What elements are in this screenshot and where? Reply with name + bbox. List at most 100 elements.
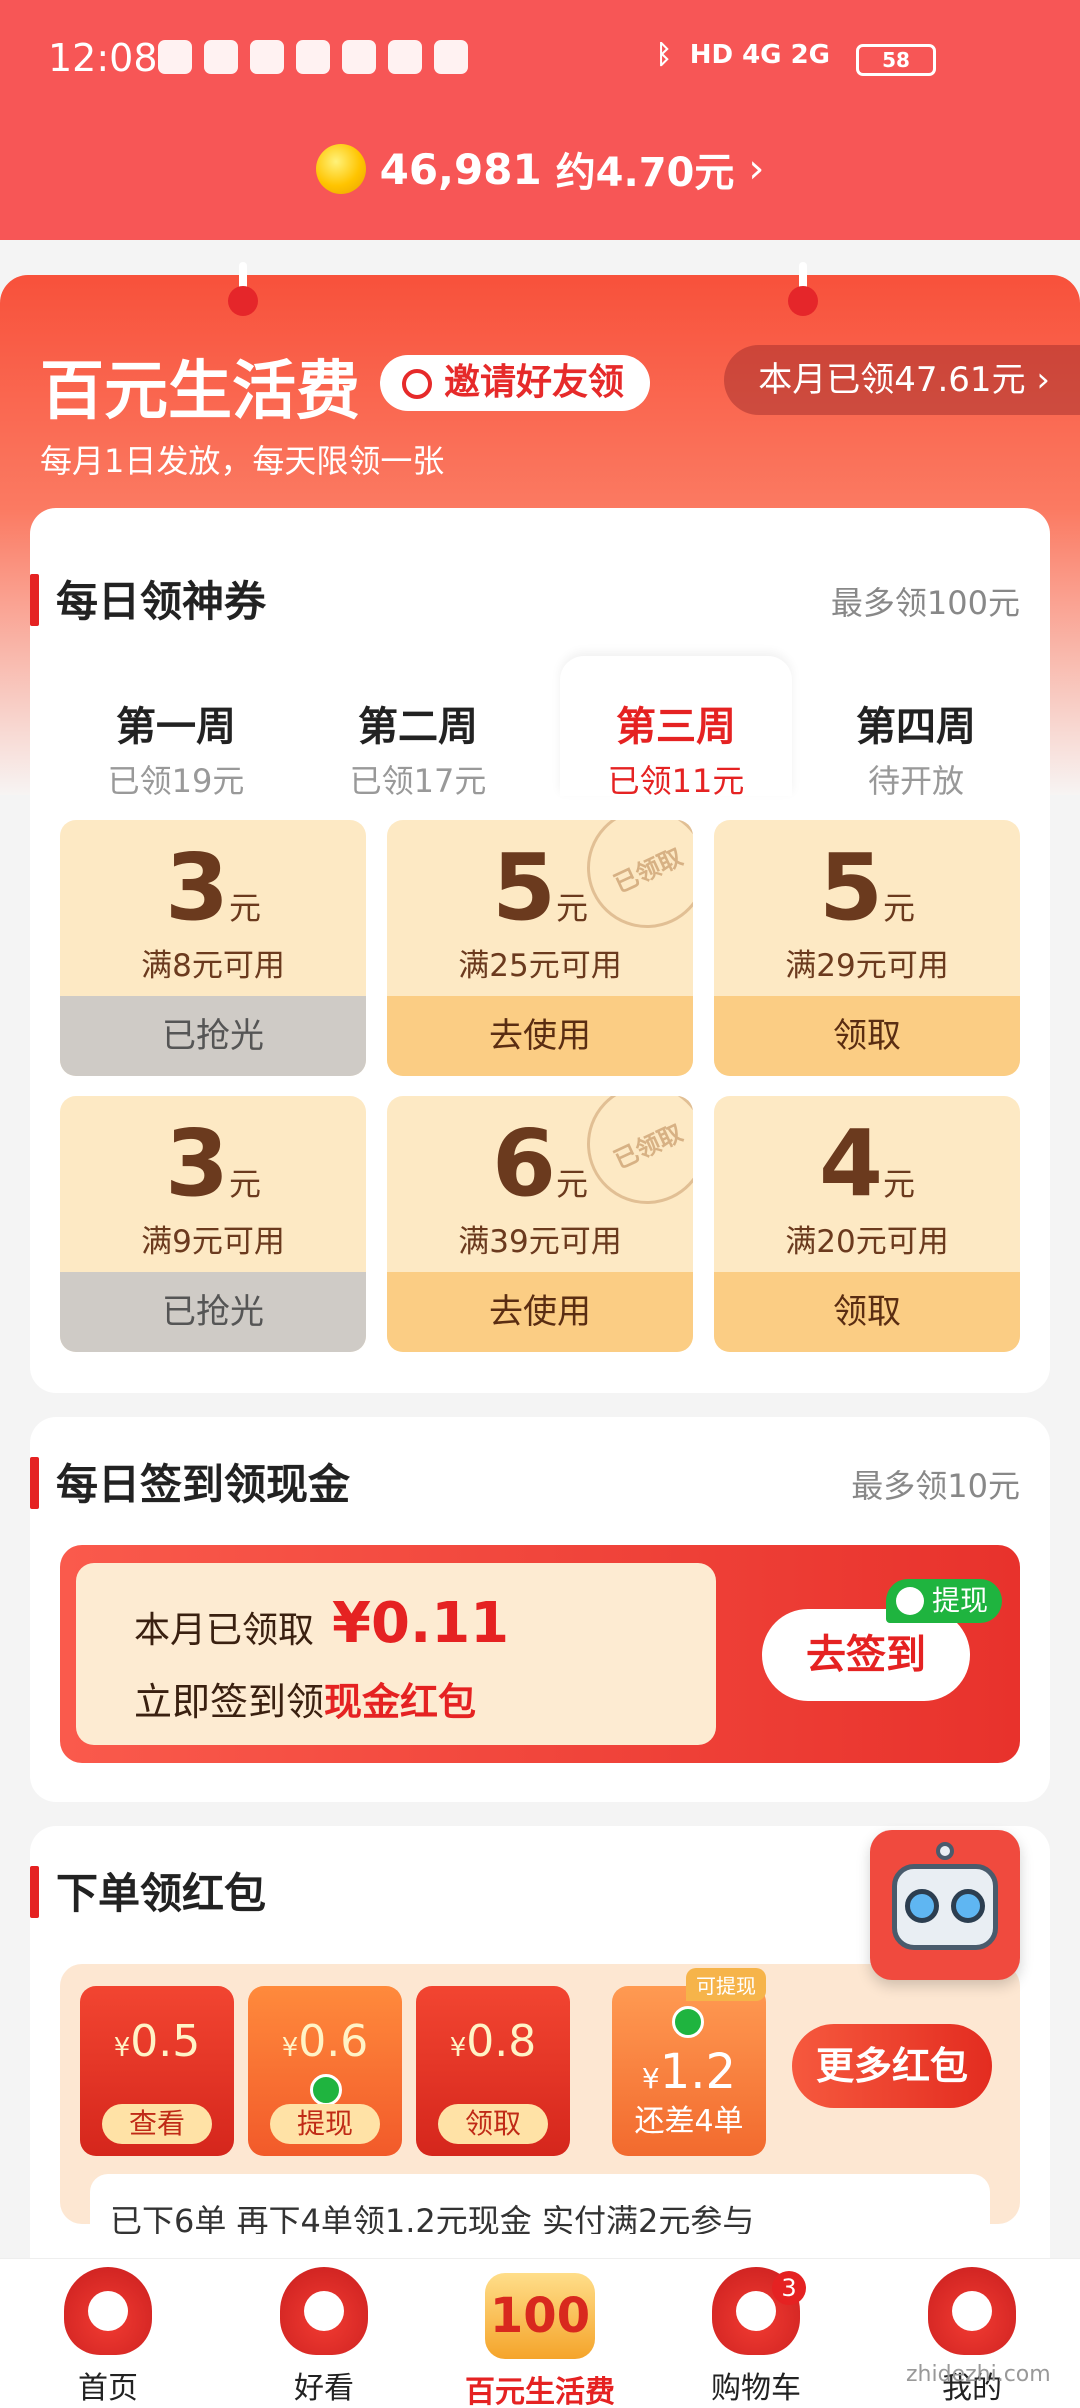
coupon-claim-button[interactable]: 领取 — [714, 996, 1020, 1076]
coupon-condition: 满25元可用 — [458, 948, 622, 984]
coin-balance[interactable]: 46,981 约4.70元 › — [0, 140, 1080, 198]
coupon-use-button[interactable]: 去使用 — [387, 1272, 693, 1352]
coupon-amount: 5 — [491, 834, 556, 941]
tab-living-allowance[interactable]: 100 百元生活费 — [432, 2267, 648, 2408]
tab-week-3[interactable]: 第三周 已领11元 — [560, 656, 792, 800]
currency-symbol: ¥ — [113, 2033, 131, 2063]
status-time: 12:08 — [48, 36, 158, 80]
monthly-claimed-button[interactable]: 本月已领47.61元 › — [724, 345, 1080, 415]
coupon-amount: 6 — [491, 1110, 556, 1217]
app-notification-icon — [158, 40, 192, 74]
cash-summary: 本月已领取 ¥0.11 立即签到领现金红包 — [76, 1563, 716, 1745]
app-notification-icon — [204, 40, 238, 74]
app-notification-icon — [296, 40, 330, 74]
week-status: 已领11元 — [607, 762, 745, 800]
network-indicator: HD 4G 2G — [689, 40, 830, 70]
section-limit: 最多领10元 — [851, 1467, 1020, 1505]
watermark: zhidezhi.com — [906, 2362, 1051, 2387]
coupon-sold-out-button: 已抢光 — [60, 1272, 366, 1352]
cart-badge: 3 — [772, 2271, 806, 2305]
coupon-condition: 满20元可用 — [785, 1224, 949, 1260]
coupon-amount: 5 — [818, 834, 883, 941]
week-name: 第二周 — [358, 704, 478, 750]
red-packet[interactable]: ¥0.5 查看 — [80, 1986, 234, 2156]
more-red-packets-button[interactable]: 更多红包 — [792, 2024, 992, 2108]
red-packet-withdraw-button[interactable]: 提现 — [270, 2104, 380, 2144]
pin-icon — [786, 262, 820, 322]
coupon-card: 已领取 5元 满25元可用 去使用 — [387, 820, 693, 1076]
tab-week-2[interactable]: 第二周 已领17元 — [302, 656, 534, 800]
share-icon — [402, 369, 432, 399]
coupon-card: 4元 满20元可用 领取 — [714, 1096, 1020, 1352]
status-bar: 12:08 ᛒ HD 4G 2G 58 — [0, 0, 1080, 120]
tab-label: 百元生活费 — [465, 2375, 615, 2408]
red-packet-area: ¥0.5 查看 ¥0.6 提现 ¥0.8 领取 可提现 ¥1.2 还差4单 更多… — [60, 1964, 1020, 2234]
tab-watch[interactable]: 好看 — [216, 2267, 432, 2407]
week-name: 第三周 — [616, 704, 736, 750]
coupon-condition: 满9元可用 — [141, 1224, 285, 1260]
cash-red-packet-value: 1.2 — [659, 2044, 737, 2100]
currency-symbol: ¥ — [641, 2062, 660, 2095]
robot-eye — [905, 1889, 939, 1923]
assistant-robot-button[interactable] — [870, 1830, 1020, 1980]
play-icon — [280, 2267, 368, 2355]
tab-label: 购物车 — [711, 2371, 801, 2406]
coupon-amount: 3 — [164, 1110, 229, 1217]
tab-week-1[interactable]: 第一周 已领19元 — [60, 656, 292, 800]
cash-prompt: 立即签到领 — [134, 1680, 325, 1724]
status-app-icons — [158, 40, 468, 74]
hero-subtitle: 每月1日发放，每天限领一张 — [40, 442, 445, 480]
coupon-amount: 3 — [164, 834, 229, 941]
red-packet-value: 0.5 — [130, 2016, 201, 2067]
red-packet-value: 0.8 — [466, 2016, 537, 2067]
coupon-unit: 元 — [883, 1165, 916, 1203]
order-progress-text: 已下6单 再下4单领1.2元现金 实付满2元参与 — [90, 2174, 990, 2234]
profile-icon — [928, 2267, 1016, 2355]
chevron-right-icon: › — [1036, 360, 1050, 400]
coupon-unit: 元 — [883, 889, 916, 927]
home-icon — [64, 2267, 152, 2355]
robot-antenna — [936, 1842, 954, 1860]
tab-cart[interactable]: 3 购物车 — [648, 2267, 864, 2407]
top-header: 12:08 ᛒ HD 4G 2G 58 46,981 约4.70元 › — [0, 0, 1080, 240]
currency-symbol: ¥ — [449, 2033, 467, 2063]
red-packet-view-button[interactable]: 查看 — [102, 2104, 212, 2144]
coupons-panel: 每日领神券 最多领100元 第一周 已领19元 第二周 已领17元 第三周 已领… — [30, 508, 1050, 1393]
tab-week-4[interactable]: 第四周 待开放 — [800, 656, 1032, 800]
coupon-unit: 元 — [556, 1165, 589, 1203]
cash-checkin-card: 本月已领取 ¥0.11 立即签到领现金红包 去签到 提现 — [60, 1545, 1020, 1763]
pin-icon — [226, 262, 260, 322]
coin-value: 约4.70元 — [555, 150, 735, 196]
coupon-card: 3元 满8元可用 已抢光 — [60, 820, 366, 1076]
coupon-condition: 满8元可用 — [141, 948, 285, 984]
wechat-check-icon — [310, 2074, 342, 2106]
tab-home[interactable]: 首页 — [0, 2267, 216, 2407]
section-limit: 最多领100元 — [830, 584, 1020, 622]
claimed-amount: ¥0.11 — [332, 1591, 510, 1656]
tab-label: 首页 — [78, 2371, 138, 2406]
app-notification-icon — [434, 40, 468, 74]
week-status: 已领17元 — [349, 762, 487, 800]
invite-friends-button[interactable]: 邀请好友领 — [380, 355, 651, 411]
week-name: 第四周 — [856, 704, 976, 750]
app-notification-icon — [342, 40, 376, 74]
checkin-panel: 每日签到领现金 最多领10元 本月已领取 ¥0.11 立即签到领现金红包 去签到 … — [30, 1417, 1050, 1802]
red-packet[interactable]: ¥0.6 提现 — [248, 1986, 402, 2156]
robot-icon — [892, 1864, 998, 1950]
red-packet[interactable]: ¥0.8 领取 — [416, 1986, 570, 2156]
robot-eye — [951, 1889, 985, 1923]
withdraw-tag: 提现 — [886, 1579, 1003, 1623]
coupon-condition: 满39元可用 — [458, 1224, 622, 1260]
red-packet-claim-button[interactable]: 领取 — [438, 2104, 548, 2144]
coupon-claim-button[interactable]: 领取 — [714, 1272, 1020, 1352]
orders-remaining: 还差4单 — [634, 2104, 744, 2139]
coupon-use-button[interactable]: 去使用 — [387, 996, 693, 1076]
cash-highlight: 现金红包 — [324, 1680, 477, 1724]
gold-coin-icon — [315, 144, 366, 194]
section-title: 每日签到领现金 — [30, 1451, 350, 1512]
cash-red-packet[interactable]: 可提现 ¥1.2 还差4单 — [612, 1968, 766, 2156]
currency-symbol: ¥ — [281, 2033, 299, 2063]
coupon-sold-out-button: 已抢光 — [60, 996, 366, 1076]
coupon-card: 5元 满29元可用 领取 — [714, 820, 1020, 1076]
week-status: 已领19元 — [107, 762, 245, 800]
